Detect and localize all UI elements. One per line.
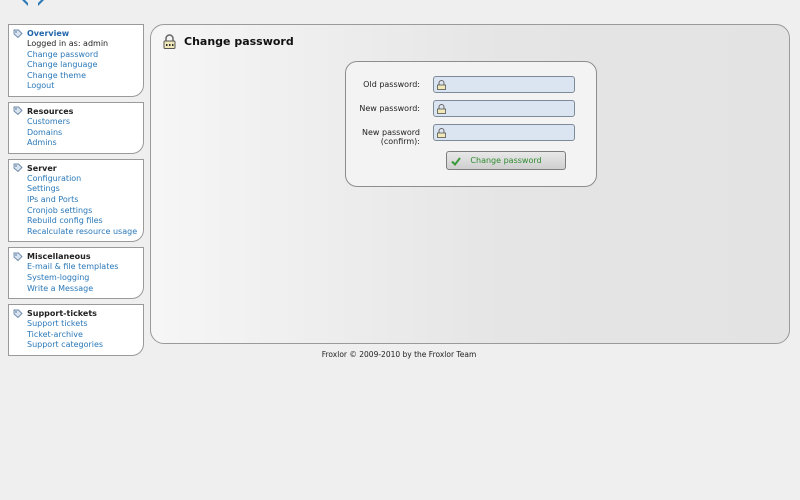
sidebar-item-recalculate-resource-usage[interactable]: Recalculate resource usage: [27, 227, 139, 238]
sidebar-item-support-tickets[interactable]: Support tickets: [27, 319, 139, 330]
confirm-label-line2: (confirm):: [380, 137, 420, 146]
footer: Froxlor © 2009-2010 by the Froxlor Team: [321, 350, 477, 359]
sidebar-item-rebuild-config-files[interactable]: Rebuild config files: [27, 216, 139, 227]
sidebar-section-title-text: Server: [27, 163, 57, 173]
sidebar-section-overview: Overview Logged in as: admin Change passwo…: [8, 24, 144, 97]
sidebar-item-change-theme[interactable]: Change theme: [27, 71, 139, 82]
confirm-password-input[interactable]: [433, 124, 575, 141]
confirm-password-label: New password (confirm):: [362, 128, 420, 146]
sidebar-item-change-language[interactable]: Change language: [27, 60, 139, 71]
old-password-label: Old password:: [363, 80, 420, 89]
sidebar-item-customers[interactable]: Customers: [27, 117, 139, 128]
main-panel: Change password Old password: New passwo…: [150, 24, 790, 344]
sidebar-item-change-password[interactable]: Change password: [27, 50, 139, 61]
tag-icon: [13, 107, 23, 116]
sidebar-item-settings[interactable]: Settings: [27, 184, 139, 195]
sidebar-section-title[interactable]: Miscellaneous: [13, 251, 139, 262]
sidebar-item-ips-and-ports[interactable]: IPs and Ports: [27, 195, 139, 206]
page-title-text: Change password: [184, 35, 294, 48]
sidebar-section-title-text: Miscellaneous: [27, 252, 91, 262]
sidebar-section-server: Server Configuration Settings IPs and Ports…: [8, 158, 144, 243]
sidebar-section-title-text: Resources: [27, 106, 74, 116]
sidebar-item-ticket-archive[interactable]: Ticket-archive: [27, 330, 139, 341]
sidebar-nav-list: Logged in as: admin Change password Change…: [13, 39, 139, 92]
new-password-label: New password:: [359, 104, 420, 113]
logo-icon: [22, 0, 44, 6]
confirm-label-line1: New password: [362, 128, 420, 137]
sidebar-nav-list: E-mail & file templates System-logging Wri…: [13, 262, 139, 294]
tag-icon: [13, 29, 23, 38]
sidebar-section-miscellaneous: Miscellaneous E-mail & file templates Syst…: [8, 247, 144, 300]
tag-icon: [13, 163, 23, 173]
sidebar-item-cronjob-settings[interactable]: Cronjob settings: [27, 206, 139, 217]
tag-icon: [13, 309, 23, 318]
sidebar-nav-list: Configuration Settings IPs and Ports Cronjo…: [13, 174, 139, 238]
sidebar-nav-list: Support tickets Ticket-archive Support cat…: [13, 319, 139, 351]
lock-icon: [437, 104, 446, 114]
lock-icon: [163, 34, 176, 49]
confirm-password-row: New password (confirm):: [346, 124, 596, 146]
sidebar-item-e-mail-file-templates[interactable]: E-mail & file templates: [27, 262, 139, 273]
sidebar-item-support-categories[interactable]: Support categories: [27, 340, 139, 351]
sidebar-section-title[interactable]: Resources: [13, 106, 139, 117]
sidebar-nav-list: Customers Domains Admins: [13, 117, 139, 149]
change-password-button[interactable]: Change password: [446, 151, 566, 170]
sidebar-item-system-logging[interactable]: System-logging: [27, 273, 139, 284]
sidebar: Overview Logged in as: admin Change passwo…: [8, 24, 144, 361]
lock-icon: [437, 80, 446, 90]
change-password-button-label: Change password: [470, 156, 542, 165]
old-password-row: Old password:: [346, 76, 596, 96]
page-title: Change password: [163, 34, 294, 49]
old-password-input[interactable]: [433, 76, 575, 93]
change-password-form: Old password: New password: New password: [345, 61, 597, 187]
sidebar-item-write-a-message[interactable]: Write a Message: [27, 284, 139, 295]
new-password-input[interactable]: [433, 100, 575, 117]
tag-icon: [13, 252, 23, 261]
new-password-row: New password:: [346, 100, 596, 120]
lock-icon: [437, 128, 446, 138]
sidebar-item-configuration[interactable]: Configuration: [27, 174, 139, 185]
checkmark-icon: [451, 157, 461, 166]
sidebar-item-admins[interactable]: Admins: [27, 138, 139, 149]
sidebar-section-resources: Resources Customers Domains Admins: [8, 101, 144, 154]
sidebar-item-domains[interactable]: Domains: [27, 128, 139, 139]
sidebar-section-title-text: Support-tickets: [27, 309, 97, 319]
sidebar-section-title[interactable]: Support-tickets: [13, 308, 139, 319]
sidebar-section-title-text: Overview: [27, 29, 70, 38]
sidebar-section-title[interactable]: Overview: [13, 28, 139, 39]
sidebar-section-title[interactable]: Server: [13, 163, 139, 174]
logged-in-user-label: Logged in as: admin: [27, 39, 109, 48]
sidebar-section-support-tickets: Support-tickets Support tickets Ticket-arc…: [8, 304, 144, 356]
sidebar-item-logout[interactable]: Logout: [27, 81, 139, 92]
